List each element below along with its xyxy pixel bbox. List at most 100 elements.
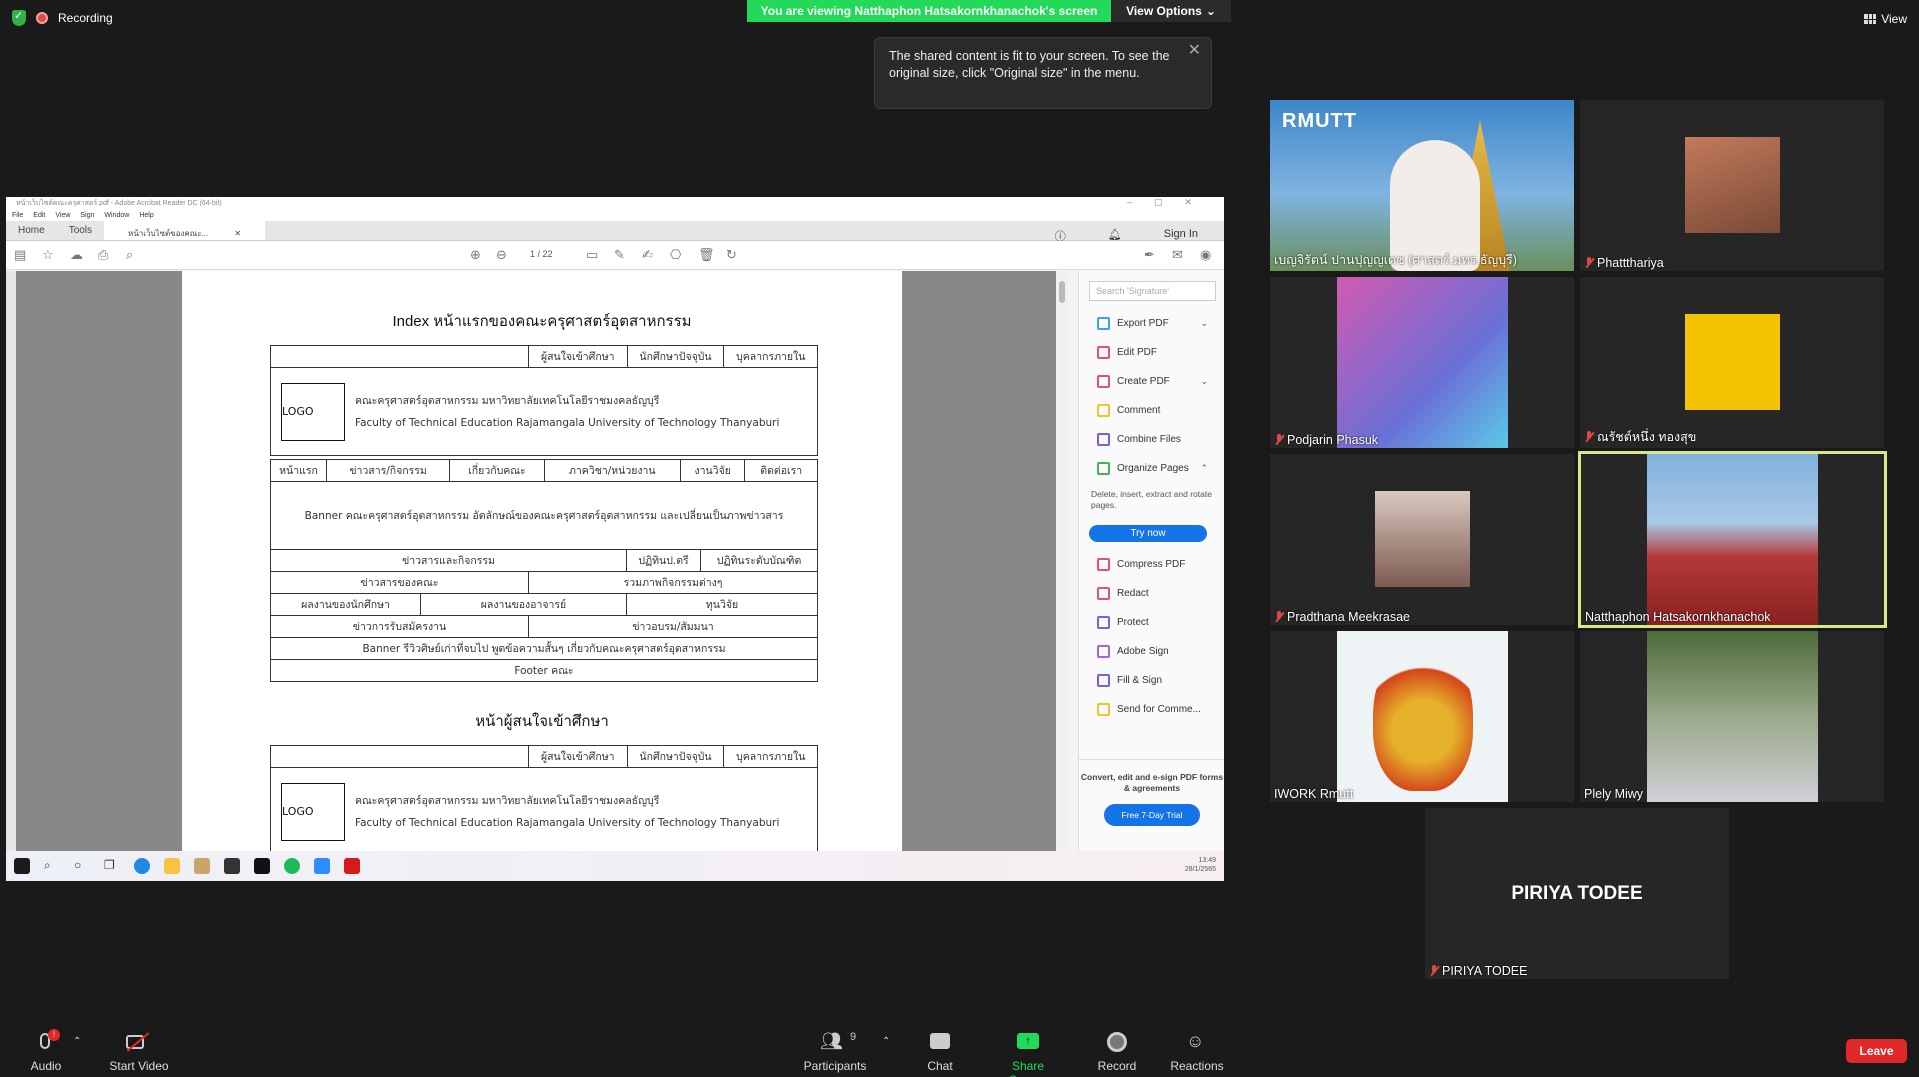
tool-combine-files[interactable]: Combine Files	[1079, 425, 1224, 454]
security-shield-icon[interactable]	[12, 9, 26, 26]
tool-fill-sign[interactable]: Fill & Sign	[1079, 666, 1224, 695]
print-icon[interactable]: ⎙	[98, 247, 108, 263]
app-icon[interactable]	[254, 858, 270, 874]
menu-sign[interactable]: Sign	[80, 212, 94, 219]
tool-compress-pdf[interactable]: Compress PDF	[1079, 550, 1224, 579]
recording-label: Recording	[58, 11, 113, 25]
try-now-button[interactable]: Try now	[1089, 525, 1207, 542]
promo-text: Convert, edit and e-sign PDF forms & agr…	[1080, 772, 1224, 793]
acrobat-icon[interactable]	[344, 858, 360, 874]
doc-heading-prospective: หน้าผู้สนใจเข้าศึกษา	[475, 713, 609, 730]
search-icon[interactable]: ⌕	[126, 247, 133, 263]
fill-sign-icon[interactable]: ✒	[1144, 247, 1155, 263]
participant-tile-active-speaker[interactable]: Natthaphon Hatsakornkhanachok	[1578, 451, 1887, 628]
windows-taskbar: ⌕ ○ ❐ 13:49 28/1/2565	[6, 851, 1224, 881]
edge-browser-icon[interactable]	[134, 858, 150, 874]
comment-icon[interactable]: ▭	[586, 247, 598, 263]
spotify-icon[interactable]	[284, 858, 300, 874]
view-button[interactable]: View	[1864, 12, 1907, 26]
close-tab-icon[interactable]: ✕	[222, 225, 253, 242]
upload-cloud-icon[interactable]: ☁	[70, 247, 83, 263]
free-trial-button[interactable]: Free 7-Day Trial	[1104, 804, 1200, 826]
record-button[interactable]: Record	[1097, 1031, 1137, 1073]
tool-icon	[1097, 587, 1110, 600]
tool-export-pdf[interactable]: Export PDF ⌄	[1079, 309, 1224, 338]
chevron-icon[interactable]: ⌃	[1200, 463, 1208, 474]
windows-start-icon[interactable]	[14, 858, 30, 874]
tool-adobe-sign[interactable]: Adobe Sign	[1079, 637, 1224, 666]
tab-home[interactable]: Home	[6, 221, 57, 240]
participant-tile[interactable]: Podjarin Phasuk	[1270, 277, 1574, 448]
audio-options-chevron-icon[interactable]: ⌃	[73, 1036, 81, 1047]
store-icon[interactable]	[224, 858, 240, 874]
tools-search-input[interactable]: Search 'Signature'	[1089, 281, 1216, 301]
shared-screen[interactable]: หน้าเว็บไซต์คณะครุศาสตร์.pdf - Adobe Acr…	[6, 197, 1224, 881]
participant-tile[interactable]: IWORK Rmutt	[1270, 631, 1574, 802]
chevron-icon[interactable]: ⌄	[1200, 318, 1208, 329]
sign-icon[interactable]: ✍	[642, 247, 653, 263]
leave-button[interactable]: Leave	[1846, 1039, 1907, 1063]
pen-icon[interactable]: ✎	[614, 247, 625, 263]
chat-button[interactable]: Chat	[925, 1031, 955, 1073]
meeting-controls-bar: ! Audio ⌃ Start Video 👥︎ 9 Participants …	[0, 1016, 1919, 1077]
trash-icon[interactable]: 🗑︎	[698, 247, 715, 263]
star-icon[interactable]: ☆	[42, 247, 54, 263]
participant-name: PIRIYA TODEE	[1429, 964, 1527, 978]
document-scrollbar[interactable]	[1056, 271, 1068, 851]
tool-label: Fill & Sign	[1117, 675, 1163, 686]
participant-tile[interactable]: ณรัชต์หนึ่ง ทองสุข	[1580, 277, 1884, 448]
menu-file[interactable]: File	[12, 212, 23, 219]
participants-options-chevron-icon[interactable]: ⌃	[882, 1036, 890, 1047]
tool-comment[interactable]: Comment	[1079, 396, 1224, 425]
menu-edit[interactable]: Edit	[33, 212, 45, 219]
rotate-icon[interactable]: ↻	[726, 247, 737, 263]
participant-video: RMUTT	[1270, 100, 1574, 271]
document-view[interactable]: Index หน้าแรกของคณะครุศาสตร์อุตสาหกรรม ผ…	[16, 271, 1068, 851]
account-icon[interactable]: ◉	[1200, 247, 1211, 263]
page-down-icon[interactable]: ⊖	[496, 247, 507, 263]
mail-icon[interactable]: ✉	[1172, 247, 1183, 263]
menu-window[interactable]: Window	[104, 212, 129, 219]
page-indicator[interactable]: 1 / 22	[530, 249, 553, 259]
participant-tile[interactable]: Phattthariya	[1580, 100, 1884, 271]
search-icon[interactable]: ⌕	[44, 858, 60, 874]
tool-organize-pages[interactable]: Organize Pages ⌃	[1079, 454, 1224, 483]
zoom-icon[interactable]	[314, 858, 330, 874]
left-pane-toggle[interactable]	[6, 271, 16, 851]
muted-mic-icon	[1429, 965, 1439, 977]
tool-protect[interactable]: Protect	[1079, 608, 1224, 637]
share-screen-button[interactable]: ↑ Share Screen	[993, 1031, 1063, 1077]
audio-button[interactable]: ! Audio	[28, 1029, 64, 1073]
participants-icon: 👥︎ 9	[820, 1031, 857, 1051]
menu-help[interactable]: Help	[139, 212, 153, 219]
tool-edit-pdf[interactable]: Edit PDF	[1079, 338, 1224, 367]
tool-send-for-comme[interactable]: Send for Comme...	[1079, 695, 1224, 724]
acrobat-toolbar: ▤ ☆ ☁ ⎙ ⌕ ⊕ ⊖ 1 / 22 ▭ ✎ ✍ ⎔ 🗑︎ ↻ ✒ ✉ ◉	[6, 241, 1224, 270]
tool-create-pdf[interactable]: Create PDF ⌄	[1079, 367, 1224, 396]
participants-button[interactable]: 👥︎ 9 Participants	[802, 1031, 868, 1073]
cortana-icon[interactable]: ○	[74, 858, 90, 874]
participant-tile[interactable]: Pradthana Meekrasae	[1270, 454, 1574, 625]
participant-tile[interactable]: RMUTT เบญจิรัตน์ ปานปุญญเดช (ศาสตร์.มทร.…	[1270, 100, 1574, 271]
tab-tools[interactable]: Tools	[57, 221, 104, 240]
page-up-icon[interactable]: ⊕	[470, 247, 481, 263]
taskbar-clock[interactable]: 13:49 28/1/2565	[1185, 856, 1216, 874]
stamp-icon[interactable]: ⎔	[670, 247, 681, 263]
recording-indicator[interactable]: Recording	[12, 9, 113, 26]
tab-document[interactable]: หน้าเว็บไซต์ของคณะ... ✕	[104, 221, 266, 242]
task-view-icon[interactable]: ❐	[104, 858, 120, 874]
reactions-button[interactable]: ☺ Reactions	[1170, 1031, 1224, 1073]
save-icon[interactable]: ▤	[14, 247, 26, 263]
window-controls[interactable]: –▢✕	[1127, 197, 1214, 208]
participant-tile[interactable]: Plely Miwy	[1580, 631, 1884, 802]
participant-tile[interactable]: PIRIYA TODEE PIRIYA TODEE	[1425, 808, 1729, 979]
menu-view[interactable]: View	[55, 212, 70, 219]
close-icon[interactable]: ✕	[1188, 42, 1201, 59]
tool-redact[interactable]: Redact	[1079, 579, 1224, 608]
view-options-button[interactable]: View Options ⌄	[1111, 0, 1231, 22]
chevron-icon[interactable]: ⌄	[1200, 376, 1208, 387]
start-video-button[interactable]: Start Video	[106, 1031, 172, 1073]
file-explorer-icon[interactable]	[164, 858, 180, 874]
photos-icon[interactable]	[194, 858, 210, 874]
viewing-screen-banner: You are viewing Natthaphon Hatsakornkhan…	[747, 0, 1111, 22]
